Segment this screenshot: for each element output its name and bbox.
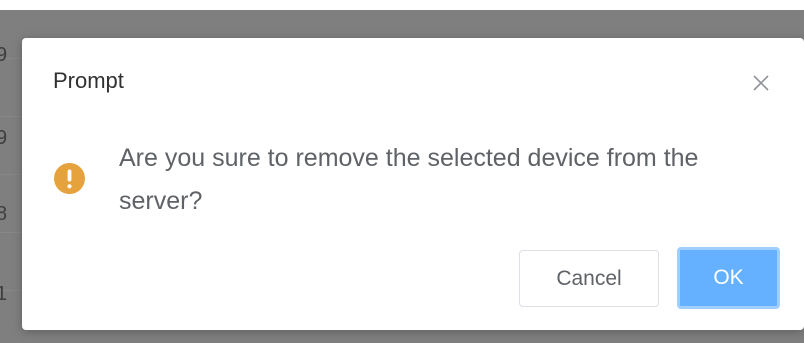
close-button[interactable]: [750, 72, 772, 94]
background-row-text: 9: [0, 127, 8, 149]
cancel-button[interactable]: Cancel: [519, 250, 659, 307]
background-row-text: 1: [0, 283, 8, 305]
ok-button[interactable]: OK: [677, 247, 780, 309]
confirm-dialog: Prompt Are you sure to remove the select…: [22, 38, 804, 330]
close-icon: [750, 72, 772, 94]
background-row-text: 8: [0, 203, 8, 225]
dialog-message: Are you sure to remove the selected devi…: [119, 144, 699, 215]
top-strip: [0, 0, 804, 10]
dialog-title: Prompt: [53, 68, 124, 93]
background-row-text: 9: [0, 44, 8, 66]
warning-icon: [54, 163, 85, 194]
